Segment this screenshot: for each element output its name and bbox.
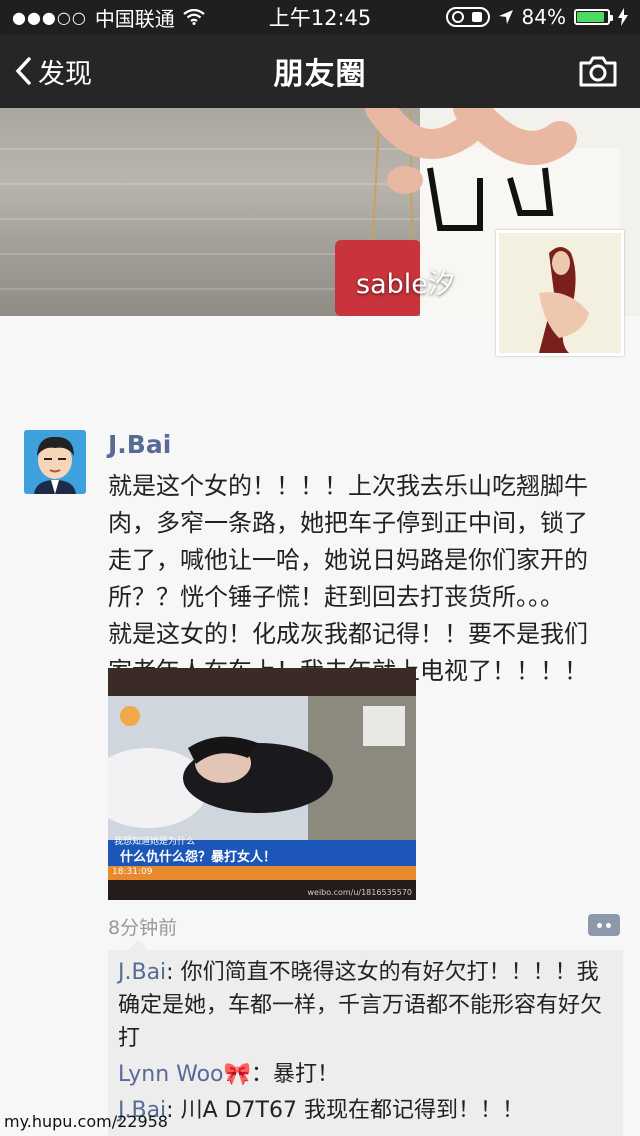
comments-panel: J.Bai: 你们简直不晓得这女的有好欠打！！！！我确定是她，车都一样，千言万语… (108, 940, 623, 1136)
comment-separator: ： (250, 1062, 273, 1087)
image-credit: weibo.com/u/1816535570 (307, 888, 412, 897)
post-text-line: 肉，多窄一条路，她把车子停到正中间，锁了 (108, 509, 588, 537)
comment-item[interactable]: Lynn Woo🎀：暴打！ (118, 1058, 613, 1091)
tv-screenshot-illustration (108, 668, 416, 900)
back-button[interactable]: 发现 (14, 34, 92, 108)
signal-strength-icon: ●●●○○ (12, 7, 87, 27)
battery-fill (577, 12, 604, 22)
location-arrow-icon (498, 10, 513, 24)
comment-text: 你们简直不晓得这女的有好欠打！！！！我确定是她，车都一样，千言万语都不能形容有好… (118, 960, 603, 1051)
comment-separator: : (166, 960, 181, 985)
avatar-cartoon-illustration (24, 430, 86, 494)
wifi-icon (183, 9, 205, 25)
post-author-name[interactable]: J.Bai (108, 430, 171, 459)
nav-bar: 发现 朋友圈 (0, 34, 640, 108)
battery-icon (574, 9, 613, 25)
post-text-line: 所？？恍个锤子慌！赶到回去打丧货所。。。 (108, 583, 564, 611)
post-text-line: 就是这女的！化成灰我都记得！！要不是我们 (108, 620, 588, 648)
comment-text: 川A D7T67 我现在都记得到！！！ (180, 1098, 524, 1123)
post-text: 就是这个女的！！！！上次我去乐山吃翘脚牛 肉，多窄一条路，她把车子停到正中间，锁… (108, 468, 623, 690)
comment-text: 暴打！ (272, 1062, 339, 1087)
comment-author[interactable]: Lynn Woo (118, 1062, 224, 1087)
battery-percent: 84% (521, 5, 566, 29)
camera-icon[interactable] (578, 54, 618, 88)
cover-username: sable汐 (356, 269, 455, 300)
author-avatar[interactable] (24, 430, 86, 494)
comment-item[interactable]: J.Bai: 你们简直不晓得这女的有好欠打！！！！我确定是她，车都一样，千言万语… (118, 956, 613, 1055)
charging-bolt-icon (618, 8, 628, 26)
comment-dot-icon (606, 922, 611, 928)
tv-headline: 什么仇什么怨？暴打女人！ (120, 850, 277, 865)
page-title: 朋友圈 (273, 57, 367, 92)
comment-dot-icon (597, 922, 602, 928)
status-bar: ●●●○○ 中国联通 上午12:45 84% (0, 0, 640, 34)
comment-item[interactable]: J.Bai: 川A D7T67 我现在都记得到！！！ (118, 1094, 613, 1127)
comment-author[interactable]: J.Bai (118, 960, 166, 985)
comment-separator: : (166, 1098, 181, 1123)
comment-action-button[interactable] (588, 914, 620, 936)
back-label: 发现 (38, 58, 92, 90)
carrier-label: 中国联通 (94, 6, 175, 31)
post-text-line: 就是这个女的！！！！上次我去乐山吃翘脚牛 (108, 472, 588, 500)
post-image[interactable]: 我想知道她是为什么 什么仇什么怨？暴打女人！ 18:31:09 weibo.co… (108, 668, 416, 900)
watermark: my.hupu.com/22958 (4, 1112, 168, 1131)
post-timestamp: 8分钟前 (108, 917, 178, 939)
avatar-portrait-illustration (499, 233, 621, 353)
post-text-line: 走了，喊他让一哈，她说日妈路是你们家开的 (108, 546, 588, 574)
chevron-left-icon (15, 57, 31, 85)
rotation-lock-icon (445, 7, 490, 27)
profile-avatar[interactable] (496, 230, 624, 356)
bow-emoji: 🎀 (223, 1062, 251, 1087)
tv-ticker-time: 18:31:09 (112, 867, 153, 877)
